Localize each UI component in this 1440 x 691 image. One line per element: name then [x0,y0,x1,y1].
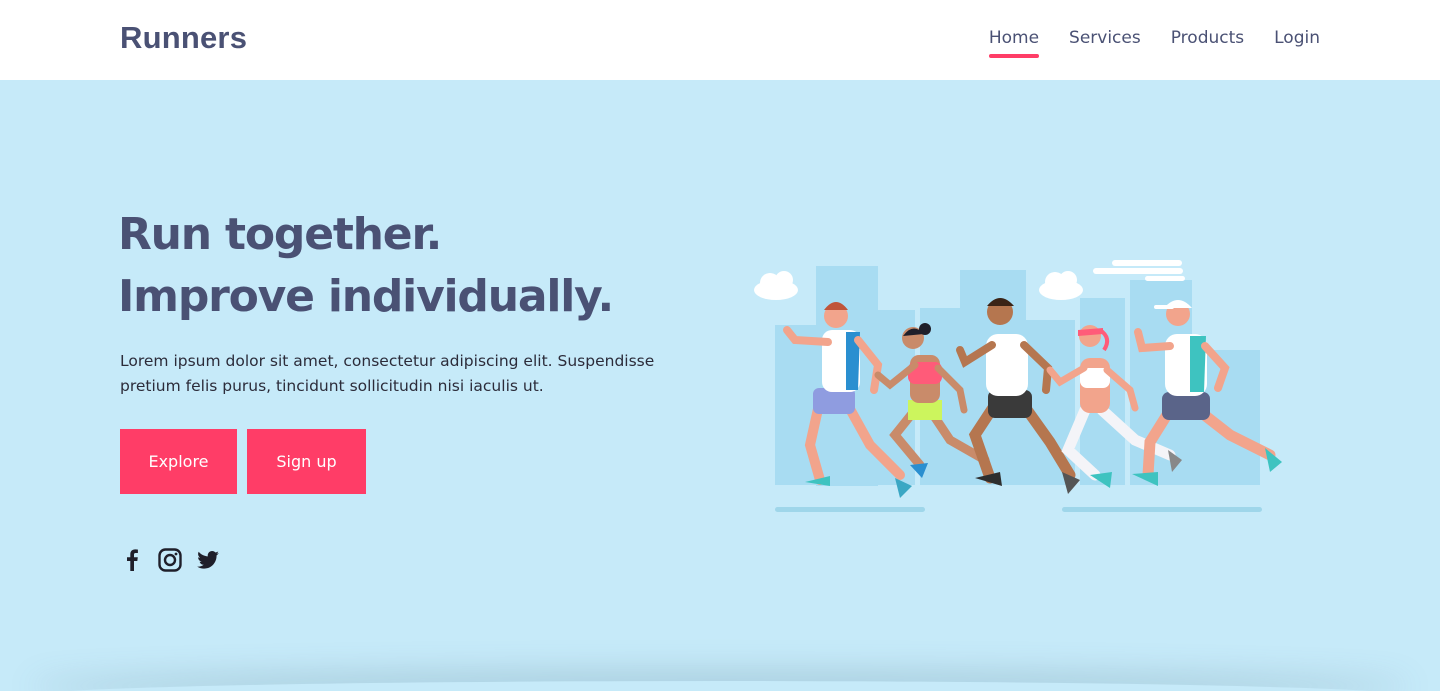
instagram-icon[interactable] [158,548,182,572]
signup-button[interactable]: Sign up [247,429,366,494]
explore-button[interactable]: Explore [120,429,237,494]
facebook-icon[interactable] [120,548,144,572]
brand-logo[interactable]: Runners [120,20,247,56]
headline-line-1: Run together. [118,209,442,260]
runners-illustration [754,260,1282,512]
hero-description: Lorem ipsum dolor sit amet, consectetur … [120,352,655,395]
twitter-icon[interactable] [196,548,220,572]
nav-login-link[interactable]: Login [1274,28,1320,52]
hero-headline: Run together. Improve individually. [118,204,614,328]
nav-home-link[interactable]: Home [988,28,1040,58]
hero-section: Run together. Improve individually. Lore… [0,80,1440,691]
navbar: Runners Home Services Products Login [0,0,1440,80]
social-links [120,548,220,572]
headline-line-2: Improve individually. [118,271,614,322]
nav-menu: Home Services Products Login [988,28,1320,58]
nav-products-link[interactable]: Products [1171,28,1244,52]
nav-services-link[interactable]: Services [1069,28,1141,52]
